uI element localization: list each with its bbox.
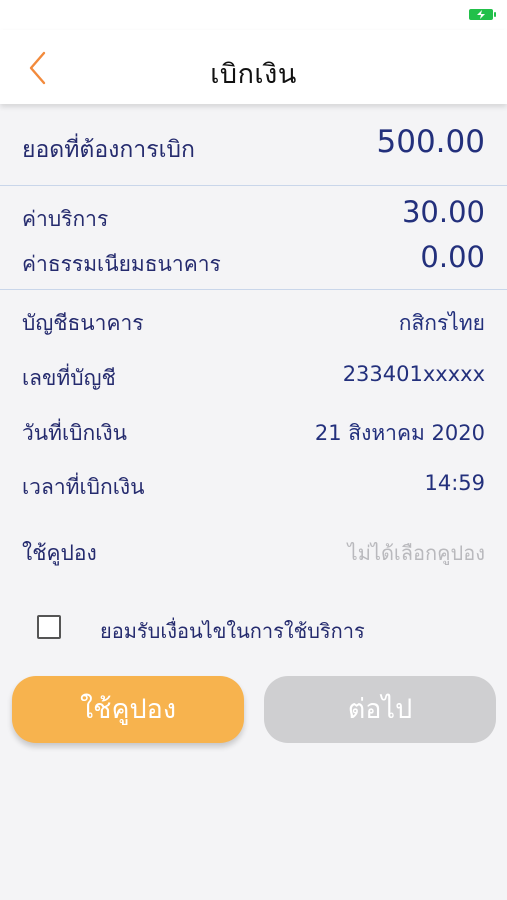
terms-label: ยอมรับเงื่อนไขในการใช้บริการ bbox=[100, 619, 365, 643]
divider bbox=[0, 289, 507, 290]
coupon-selector[interactable]: ไม่ได้เลือกคูปอง bbox=[348, 537, 485, 569]
service-fee-value: 30.00 bbox=[401, 195, 485, 229]
amount-label: ยอดที่ต้องการเบิก bbox=[22, 137, 195, 163]
service-fee-label: ค่าบริการ bbox=[22, 207, 109, 231]
date-row: วันที่เบิกเงิน 21 สิงหาคม 2020 bbox=[22, 417, 485, 447]
time-value: 14:59 bbox=[424, 471, 485, 495]
date-value: 21 สิงหาคม 2020 bbox=[314, 421, 485, 445]
account-value: 233401xxxxx bbox=[342, 362, 485, 386]
coupon-label: ใช้คูปอง bbox=[22, 541, 97, 565]
terms-checkbox[interactable] bbox=[37, 615, 61, 639]
bank-value: กสิกรไทย bbox=[398, 311, 485, 335]
account-label: เลขที่บัญชี bbox=[22, 366, 116, 390]
navigation-bar: เบิกเงิน bbox=[0, 30, 507, 104]
bank-fee-row: ค่าธรรมเนียมธนาคาร 0.00 bbox=[22, 240, 485, 278]
bank-fee-value: 0.00 bbox=[420, 240, 485, 274]
use-coupon-button[interactable]: ใช้คูปอง bbox=[12, 676, 244, 743]
time-row: เวลาที่เบิกเงิน 14:59 bbox=[22, 471, 485, 501]
battery-charging-icon bbox=[469, 9, 496, 20]
next-button[interactable]: ต่อไป bbox=[264, 676, 496, 743]
bank-row: บัญชีธนาคาร กสิกรไทย bbox=[22, 307, 485, 337]
time-label: เวลาที่เบิกเงิน bbox=[22, 475, 145, 499]
coupon-row[interactable]: ใช้คูปอง ไม่ได้เลือกคูปอง bbox=[22, 537, 485, 567]
page-title: เบิกเงิน bbox=[210, 59, 297, 90]
bank-fee-label: ค่าธรรมเนียมธนาคาร bbox=[22, 252, 221, 276]
service-fee-row: ค่าบริการ 30.00 bbox=[22, 195, 485, 233]
amount-row: ยอดที่ต้องการเบิก 500.00 bbox=[22, 124, 485, 166]
account-row: เลขที่บัญชี 233401xxxxx bbox=[22, 362, 485, 392]
amount-value: 500.00 bbox=[376, 124, 485, 160]
status-bar bbox=[0, 0, 507, 30]
bank-label: บัญชีธนาคาร bbox=[22, 311, 144, 335]
divider bbox=[0, 185, 507, 186]
date-label: วันที่เบิกเงิน bbox=[22, 421, 127, 445]
